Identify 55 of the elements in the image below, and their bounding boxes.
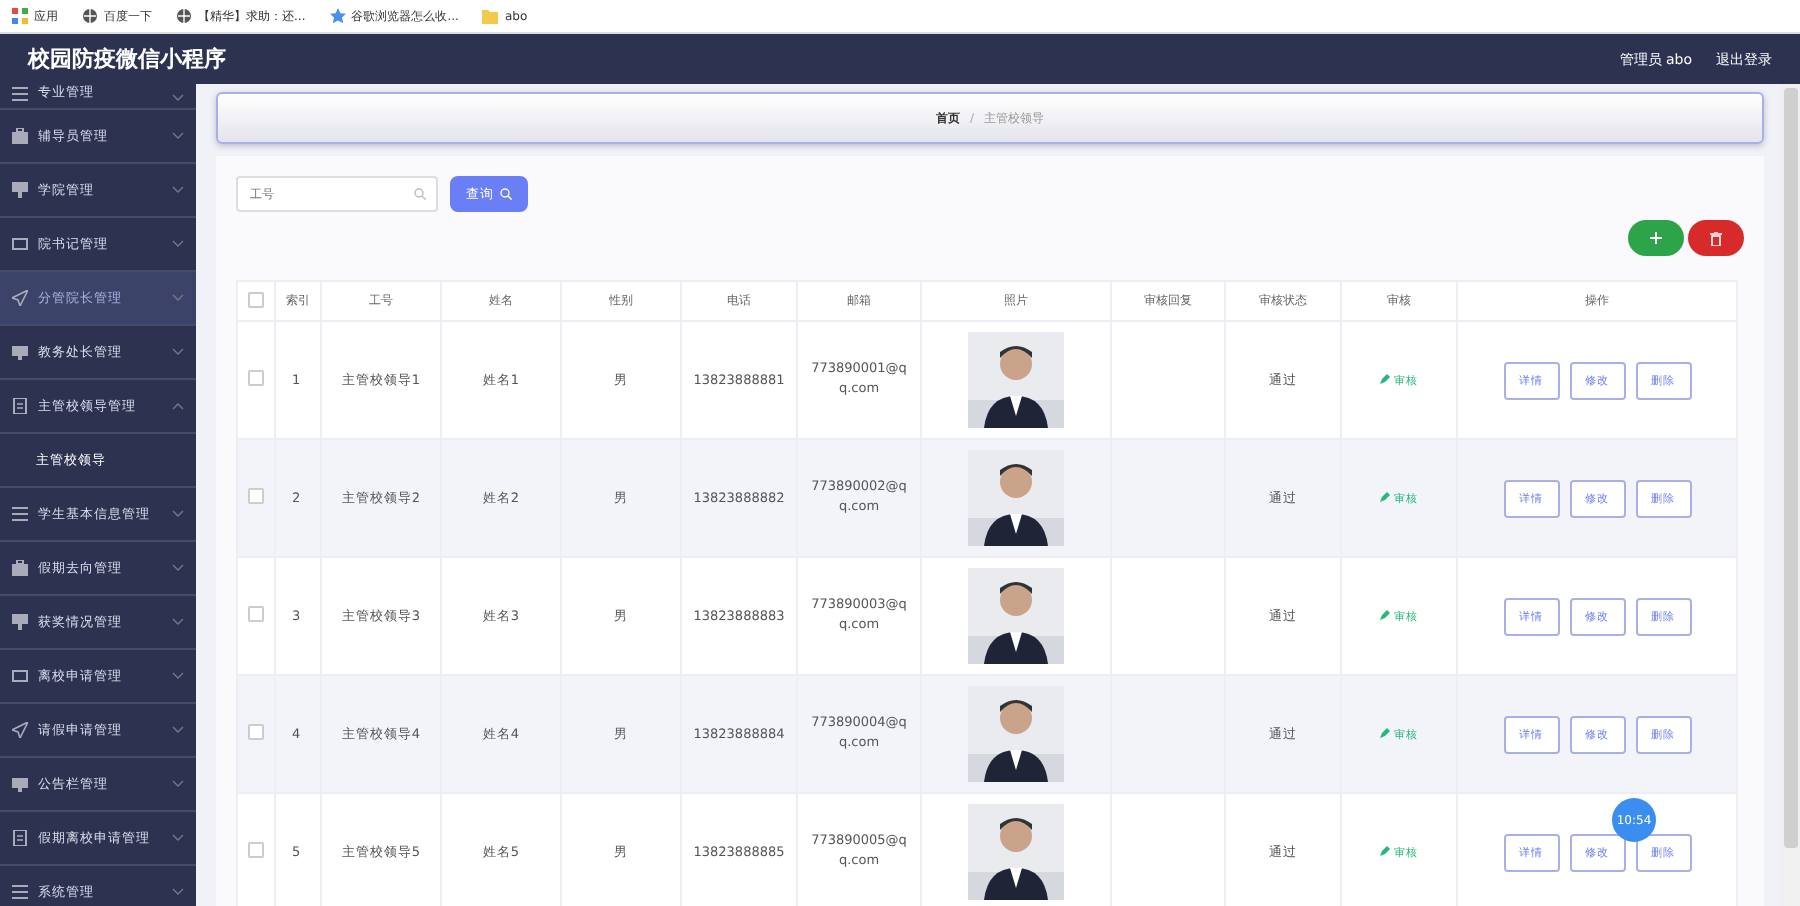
menu-item-icon xyxy=(12,236,28,252)
menu-item-icon xyxy=(12,290,28,306)
pencil-icon xyxy=(1380,374,1391,384)
chevron-down-icon xyxy=(172,564,184,572)
search-icon xyxy=(500,188,512,200)
menu-item-icon xyxy=(12,668,28,684)
scrollbar[interactable] xyxy=(1780,84,1800,906)
grid-icon xyxy=(12,8,28,24)
pencil-icon xyxy=(1380,492,1391,502)
row-checkbox[interactable] xyxy=(248,842,264,858)
chevron-down-icon xyxy=(172,618,184,626)
menu-item-icon xyxy=(12,344,28,360)
folder-icon xyxy=(482,8,499,24)
chevron-down-icon xyxy=(172,348,184,356)
chevron-down-icon xyxy=(172,834,184,842)
menu-item-icon xyxy=(12,722,28,738)
chevron-up-icon xyxy=(172,402,184,410)
chevron-down-icon xyxy=(172,726,184,734)
menu-item-icon xyxy=(12,128,28,144)
chevron-down-icon xyxy=(172,294,184,302)
menu-item-icon xyxy=(12,560,28,576)
star-icon xyxy=(329,8,346,24)
menu-item-icon xyxy=(12,398,28,414)
chevron-down-icon xyxy=(172,510,184,518)
globe-icon xyxy=(176,8,192,24)
chevron-down-icon xyxy=(172,94,184,102)
row-checkbox[interactable] xyxy=(248,488,264,504)
chevron-down-icon xyxy=(172,780,184,788)
menu-item-icon xyxy=(12,182,28,198)
chevron-down-icon xyxy=(172,672,184,680)
add-button[interactable] xyxy=(1628,220,1684,256)
row-checkbox[interactable] xyxy=(248,606,264,622)
menu-item-icon xyxy=(12,884,28,900)
trash-icon xyxy=(1710,231,1722,245)
menu-item-icon xyxy=(12,776,28,792)
chevron-down-icon xyxy=(172,132,184,140)
globe-icon xyxy=(82,8,98,24)
app-title: 校园防疫微信小程序 xyxy=(28,44,228,74)
plus-icon xyxy=(1650,232,1662,244)
row-checkbox[interactable] xyxy=(248,724,264,740)
menu-item-icon xyxy=(12,830,28,846)
pencil-icon xyxy=(1380,846,1391,856)
menu-item-icon xyxy=(12,86,28,102)
select-all-checkbox[interactable] xyxy=(248,291,264,307)
row-checkbox[interactable] xyxy=(248,370,264,386)
chevron-down-icon xyxy=(172,888,184,896)
menu-item-icon xyxy=(12,614,28,630)
search-icon xyxy=(414,188,426,200)
chevron-down-icon xyxy=(172,240,184,248)
pencil-icon xyxy=(1380,610,1391,620)
delete-button[interactable] xyxy=(1688,220,1744,256)
chevron-down-icon xyxy=(172,186,184,194)
pencil-icon xyxy=(1380,728,1391,738)
scrollbar-thumb[interactable] xyxy=(1784,88,1798,848)
menu-item-icon xyxy=(12,506,28,522)
